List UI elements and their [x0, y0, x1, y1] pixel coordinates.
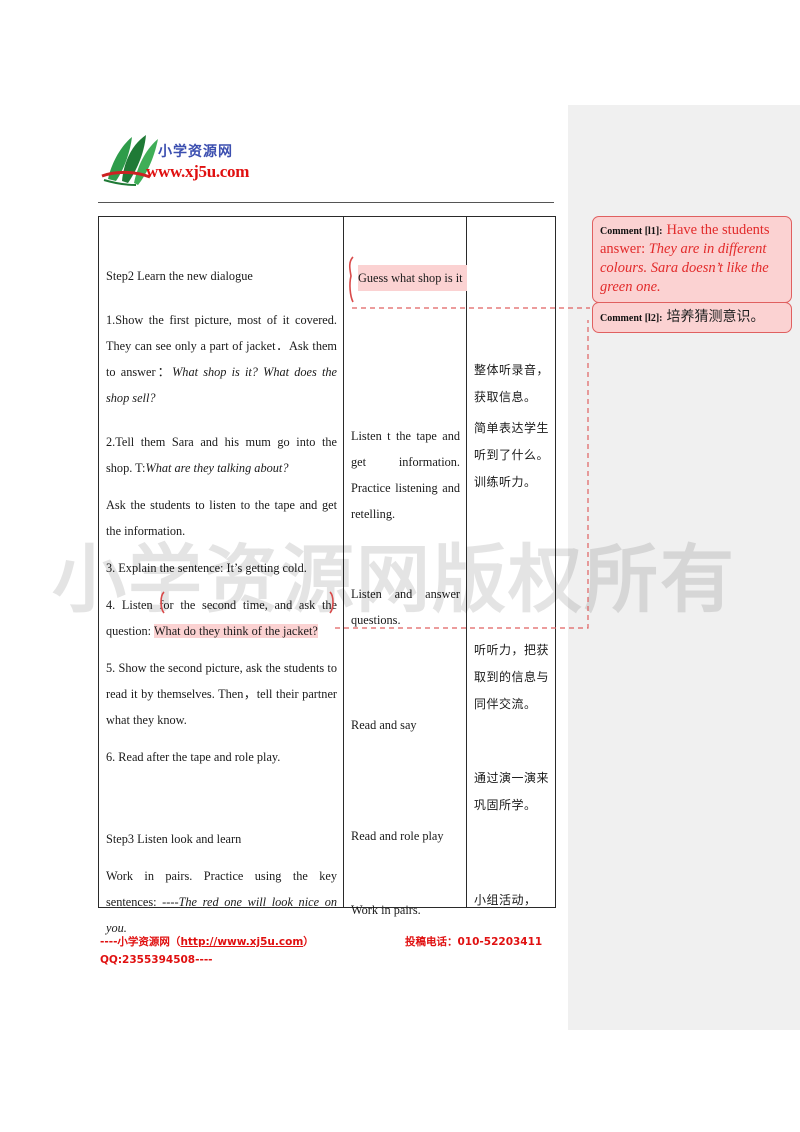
procedure-item-2-italic: What are they talking about?	[145, 461, 289, 475]
site-logo: 小学资源网 www.xj5u.com	[98, 133, 278, 195]
table-cell-activity: Guess what shop is it Listen t the tape …	[343, 216, 467, 917]
page-footer: ----小学资源网（http://www.xj5u.com） 投稿电话：010-…	[100, 933, 560, 969]
logo-chinese-name: 小学资源网	[158, 144, 233, 160]
footer-qq: QQ:2355394508----	[100, 954, 213, 966]
table-cell-procedure: Step2 Learn the new dialogue 1.Show the …	[98, 216, 344, 935]
document-page: 小学资源网 www.xj5u.com Step2 Learn the new d…	[0, 0, 734, 1132]
purpose-note-5: 小组活动，	[474, 893, 537, 907]
purpose-note-2: 简单表达学生听到了什么。训练听力。	[474, 421, 550, 489]
table-row: Step2 Learn the new dialogue 1.Show the …	[98, 216, 556, 935]
logo-url-text: www.xj5u.com	[146, 162, 250, 181]
procedure-item-4: 4. Listen for the second time, and ask t…	[106, 592, 337, 644]
activity-read-role-play: Read and role play	[351, 829, 444, 843]
comment-balloon-2[interactable]: Comment [l2]: 培养猜测意识。	[592, 302, 792, 333]
comment-2-text: 培养猜测意识。	[666, 309, 765, 325]
step3-activity: Work in pairs. Practice using the key se…	[106, 863, 337, 941]
step3-heading: Step3 Listen look and learn	[106, 832, 242, 846]
header-divider	[98, 202, 554, 203]
commented-span-guess[interactable]: Guess what shop is it	[358, 265, 467, 291]
procedure-item-2: 2.Tell them Sara and his mum go into the…	[106, 429, 337, 481]
procedure-item-6: 6. Read after the tape and role play.	[106, 750, 281, 764]
table-cell-purpose: 整体听录音，获取信息。 简单表达学生听到了什么。训练听力。 听听力，把获取到的信…	[466, 216, 556, 908]
step2-heading: Step2 Learn the new dialogue	[106, 269, 253, 283]
commented-span-jacket[interactable]: What do they think of the jacket?	[153, 624, 318, 638]
activity-read-say: Read and say	[351, 718, 417, 732]
footer-left-prefix: ----小学资源网（	[100, 936, 181, 948]
footer-phone: 投稿电话：010-52203411	[405, 936, 543, 948]
procedure-item-2b: Ask the students to listen to the tape a…	[106, 498, 337, 538]
purpose-note-3: 听听力，把获取到的信息与同伴交流。	[474, 643, 550, 711]
activity-work-pairs: Work in pairs.	[351, 903, 421, 917]
lesson-plan-table: Step2 Learn the new dialogue 1.Show the …	[98, 216, 556, 935]
procedure-item-3: 3. Explain the sentence: It’s getting co…	[106, 561, 307, 575]
purpose-note-1: 整体听录音，获取信息。	[474, 363, 550, 404]
comment-balloon-1[interactable]: Comment [l1]: Have the students answer: …	[592, 216, 792, 303]
activity-listen-tape: Listen t the tape and get information. P…	[351, 429, 460, 521]
procedure-item-1: 1.Show the first picture, most of it cov…	[106, 307, 337, 411]
footer-left-suffix: ）	[303, 936, 314, 948]
comment-2-label: Comment [l2]:	[600, 313, 663, 324]
purpose-note-4: 通过演一演来巩固所学。	[474, 771, 550, 812]
activity-listen-answer: Listen and answer questions.	[351, 587, 460, 627]
comment-1-label: Comment [l1]:	[600, 226, 663, 237]
footer-site-link[interactable]: http://www.xj5u.com	[180, 936, 303, 948]
procedure-item-5: 5. Show the second picture, ask the stud…	[106, 661, 337, 727]
